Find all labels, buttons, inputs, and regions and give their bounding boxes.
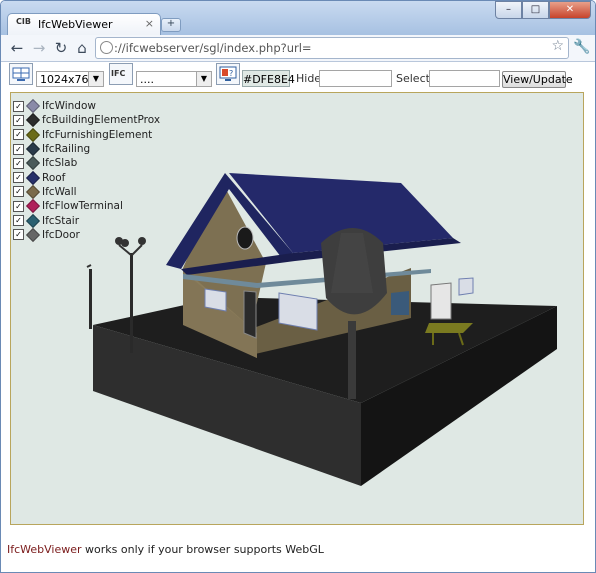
browser-window: CIB IfcWebViewer × + – □ ✕ ← → ↻ ⌂ ://if…	[0, 0, 596, 573]
layer-name: IfcRailing	[42, 143, 91, 156]
layer-name: Roof	[42, 171, 66, 184]
checkbox[interactable]: ✓	[13, 143, 24, 155]
background-color-field[interactable]: #DFE8E4	[242, 70, 295, 87]
layer-name: IfcFlowTerminal	[42, 200, 123, 213]
window-3	[458, 277, 474, 296]
background-color-icon[interactable]: ?	[216, 63, 240, 85]
layer-color-icon	[25, 170, 41, 185]
window-1	[204, 288, 227, 312]
address-bar[interactable]: ://ifcwebserver/sgl/index.php?url= ☆	[95, 37, 569, 59]
wrench-icon[interactable]: 🔧	[573, 39, 590, 55]
checkbox[interactable]: ✓	[13, 229, 24, 241]
tab-title: IfcWebViewer	[38, 18, 113, 31]
checkbox[interactable]: ✓	[13, 172, 24, 184]
chevron-down-icon: ▼	[196, 72, 211, 86]
layer-color-icon	[25, 141, 41, 157]
model-select[interactable]: .... ▼	[136, 71, 212, 87]
model-select-value: ....	[140, 73, 154, 86]
layer-item[interactable]: ✓ IfcStair	[13, 213, 160, 228]
layer-color-icon	[25, 127, 41, 142]
layer-item[interactable]: ✓ IfcRailing	[13, 141, 160, 157]
minimize-button[interactable]: –	[495, 1, 522, 19]
layer-color-icon	[25, 184, 41, 199]
tab-close-icon[interactable]: ×	[145, 17, 154, 30]
door-2	[430, 282, 452, 320]
layer-color-icon	[25, 99, 41, 114]
reload-icon[interactable]: ↻	[51, 38, 71, 58]
lamp-pole-1	[130, 253, 133, 353]
layer-color-icon	[25, 213, 41, 228]
maximize-button[interactable]: □	[522, 1, 549, 19]
bookmark-star-icon[interactable]: ☆	[551, 38, 564, 54]
layer-item[interactable]: ✓ IfcWall	[13, 184, 160, 199]
layer-item[interactable]: ✓ fcBuildingElementProx	[13, 113, 161, 128]
navigation-bar: ← → ↻ ⌂ ://ifcwebserver/sgl/index.php?ur…	[1, 35, 595, 62]
browser-tab[interactable]: CIB IfcWebViewer ×	[7, 13, 161, 36]
layer-name: fcBuildingElementProx	[42, 114, 161, 127]
globe-icon	[100, 41, 113, 54]
layer-color-icon	[25, 113, 41, 128]
door-1	[243, 290, 257, 339]
resolution-select[interactable]: 1024x768 ▼	[36, 71, 104, 87]
resolution-icon[interactable]	[9, 63, 33, 85]
layer-item[interactable]: ✓ IfcWindow	[13, 99, 160, 114]
ifc-file-icon[interactable]: IFC	[109, 63, 133, 85]
checkbox[interactable]: ✓	[13, 215, 24, 227]
lamp-pole-2	[89, 269, 92, 329]
footer-brand: IfcWebViewer	[7, 543, 82, 556]
layer-name: IfcWindow	[42, 100, 96, 113]
window-2	[278, 292, 318, 331]
cib-favicon-icon: CIB	[16, 17, 31, 26]
url-text: ://ifcwebserver/sgl/index.php?url=	[114, 41, 312, 55]
checkbox[interactable]: ✓	[13, 114, 24, 126]
tree-trunk	[348, 321, 356, 399]
home-icon[interactable]: ⌂	[72, 38, 92, 58]
ifc-icon-label: IFC	[111, 69, 126, 78]
checkbox[interactable]: ✓	[13, 186, 24, 198]
layer-item[interactable]: ✓ IfcSlab	[13, 156, 160, 171]
checkbox[interactable]: ✓	[13, 100, 24, 112]
railing-element	[391, 291, 409, 315]
layer-list: ✓ IfcWindow ✓ fcBuildingElementProx ✓ If…	[13, 99, 160, 242]
webgl-notice: IfcWebViewer works only if your browser …	[7, 543, 324, 556]
view-update-button[interactable]: View/Update	[502, 71, 573, 88]
title-bar: CIB IfcWebViewer × + – □ ✕	[1, 1, 595, 36]
layer-color-icon	[25, 227, 41, 242]
layer-item[interactable]: ✓ Roof	[13, 170, 160, 185]
layer-item[interactable]: ✓ IfcFlowTerminal	[13, 199, 160, 214]
webgl-canvas[interactable]: ✓ IfcWindow ✓ fcBuildingElementProx ✓ If…	[10, 92, 584, 525]
layer-name: IfcWall	[42, 185, 77, 198]
layer-name: IfcDoor	[42, 228, 80, 241]
hide-input[interactable]	[319, 70, 392, 87]
checkbox[interactable]: ✓	[13, 129, 24, 141]
layer-color-icon	[25, 199, 41, 214]
select-label: Select	[396, 72, 430, 85]
viewer-toolbar: 1024x768 ▼ IFC .... ▼ ? #DFE8E4 Hide Sel…	[1, 62, 595, 90]
lamp-arm	[131, 244, 143, 256]
select-input[interactable]	[429, 70, 500, 87]
lamp-arm	[86, 264, 92, 268]
layer-color-icon	[25, 156, 41, 171]
layer-name: IfcSlab	[42, 157, 78, 170]
forward-arrow-icon[interactable]: →	[29, 38, 49, 58]
close-window-button[interactable]: ✕	[549, 1, 591, 19]
layer-name: IfcStair	[42, 214, 80, 227]
new-tab-button[interactable]: +	[161, 18, 181, 32]
window-controls: – □ ✕	[495, 1, 591, 19]
hide-label: Hide	[296, 72, 322, 85]
footer-message: works only if your browser supports WebG…	[81, 543, 324, 556]
checkbox[interactable]: ✓	[13, 157, 24, 169]
chevron-down-icon: ▼	[88, 72, 103, 86]
checkbox[interactable]: ✓	[13, 200, 24, 212]
layer-item[interactable]: ✓ IfcDoor	[13, 227, 160, 242]
layer-item[interactable]: ✓ IfcFurnishingElement	[13, 127, 160, 142]
back-arrow-icon[interactable]: ←	[7, 38, 27, 58]
layer-name: IfcFurnishingElement	[42, 128, 153, 141]
gable-round-window	[236, 226, 254, 250]
svg-text:?: ?	[229, 69, 233, 78]
